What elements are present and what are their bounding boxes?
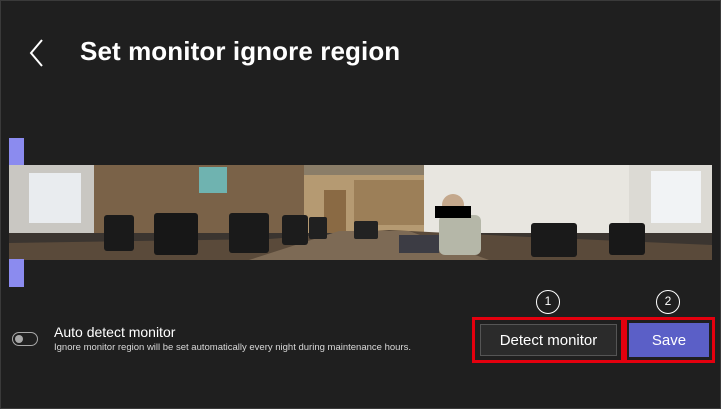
save-button[interactable]: Save — [629, 323, 709, 357]
region-bottom-handle[interactable] — [9, 259, 24, 287]
auto-detect-label: Auto detect monitor — [54, 324, 176, 340]
auto-detect-toggle[interactable] — [12, 332, 38, 346]
page-title: Set monitor ignore region — [80, 36, 401, 66]
region-top-handle[interactable] — [9, 138, 24, 166]
step-1-marker: 1 — [536, 290, 560, 314]
back-button[interactable] — [22, 36, 54, 70]
camera-panorama-preview — [9, 165, 712, 260]
chevron-left-icon — [29, 39, 43, 67]
auto-detect-description: Ignore monitor region will be set automa… — [54, 342, 411, 353]
toggle-knob — [15, 335, 23, 343]
detect-monitor-button[interactable]: Detect monitor — [480, 324, 617, 356]
step-2-marker: 2 — [656, 290, 680, 314]
